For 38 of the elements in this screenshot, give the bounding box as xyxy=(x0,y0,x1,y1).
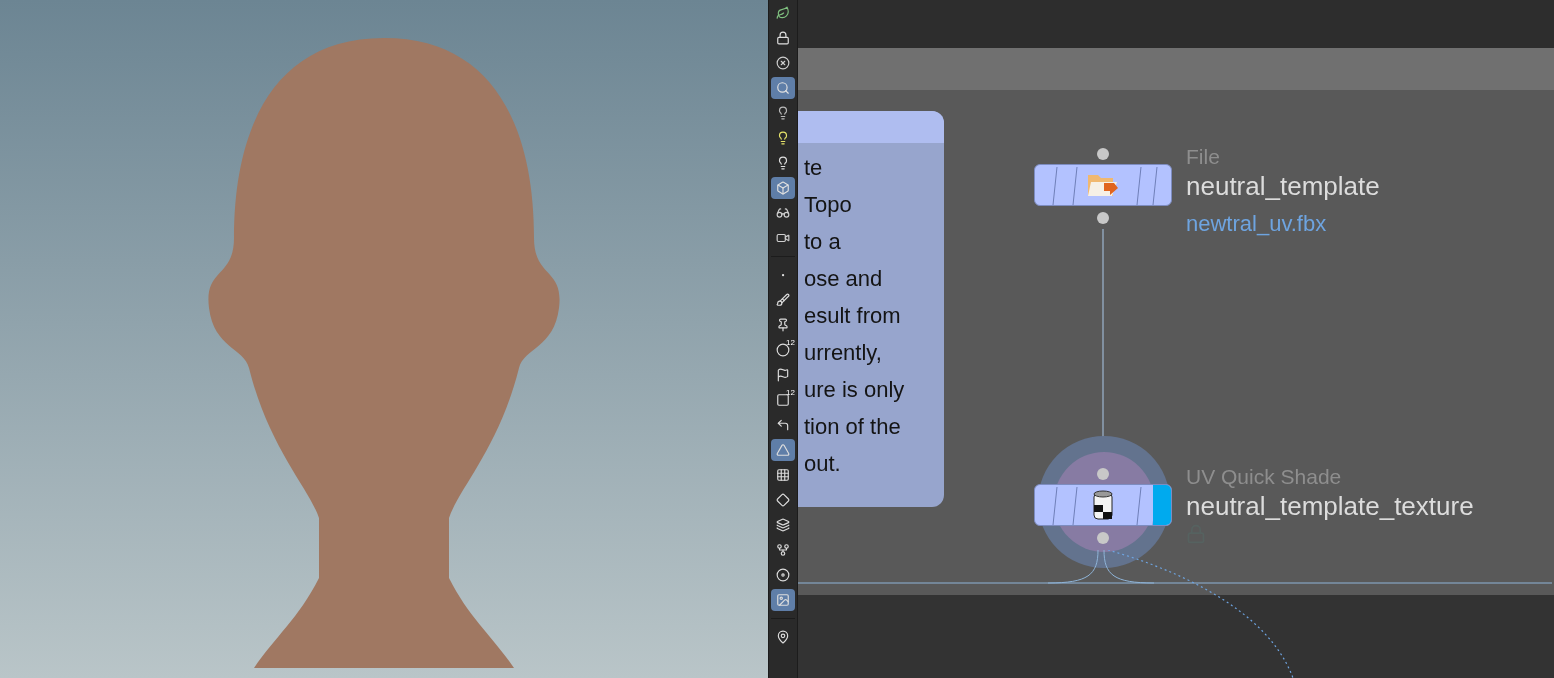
tool-button[interactable] xyxy=(771,177,795,199)
map-pin-icon xyxy=(776,630,790,644)
checkered-can-icon xyxy=(1092,489,1114,521)
tool-button[interactable] xyxy=(771,589,795,611)
node-tile[interactable] xyxy=(1034,484,1172,526)
output-connector[interactable] xyxy=(1097,212,1109,224)
file-parameter: newtral_uv.fbx xyxy=(1186,210,1328,238)
tool-button[interactable] xyxy=(771,77,795,99)
diamond-icon xyxy=(776,493,790,507)
brush-icon xyxy=(776,293,790,307)
node-name[interactable]: neutral_template xyxy=(1186,170,1380,202)
tool-button[interactable]: 12 xyxy=(771,389,795,411)
lock-icon xyxy=(776,31,790,45)
node-name[interactable]: neutral_template_texture xyxy=(1186,490,1474,522)
leaf-icon xyxy=(776,6,790,20)
camera-icon xyxy=(776,231,790,245)
tool-number-label: 12 xyxy=(786,389,795,397)
note-text: te Topo to a ose and esult from urrently, ure is only tion of the out. xyxy=(803,154,906,478)
shape-icon xyxy=(776,443,790,457)
layers-icon xyxy=(776,518,790,532)
tool-button[interactable] xyxy=(771,439,795,461)
flag-icon xyxy=(776,368,790,382)
branch-icon xyxy=(776,543,790,557)
pin-icon xyxy=(776,318,790,332)
bulb-icon xyxy=(776,131,790,145)
cube-icon xyxy=(776,181,790,195)
bulb-icon xyxy=(776,156,790,170)
input-connector[interactable] xyxy=(1097,148,1109,160)
checker-icon xyxy=(776,468,790,482)
disc-icon xyxy=(776,568,790,582)
tool-number-label: 12 xyxy=(786,339,795,347)
image-icon xyxy=(776,593,790,607)
node-tile[interactable] xyxy=(1034,164,1172,206)
tool-button[interactable]: 12 xyxy=(771,339,795,361)
glasses-icon xyxy=(776,206,790,220)
bulb-icon xyxy=(776,106,790,120)
search-icon xyxy=(776,81,790,95)
circle-x-icon xyxy=(776,56,790,70)
